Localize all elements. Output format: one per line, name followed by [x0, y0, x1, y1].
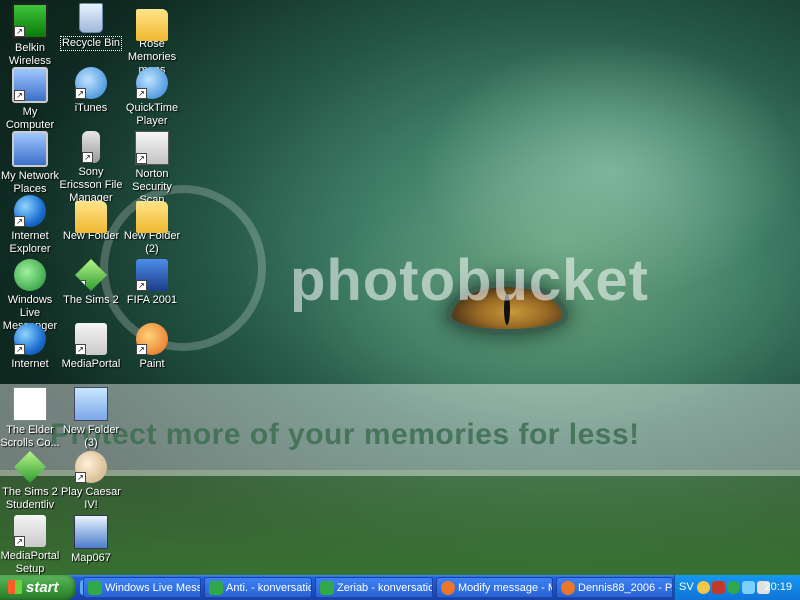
belkin-icon: ↗: [12, 3, 48, 39]
desktop-icon-sims-studentliv[interactable]: The Sims 2 Studentliv: [0, 451, 62, 512]
sims-icon: [14, 451, 46, 483]
shortcut-arrow-icon: ↗: [75, 88, 86, 99]
desktop-icon-new-folder-3[interactable]: New Folder (3): [59, 387, 123, 450]
internet-explorer-icon: ↗: [14, 195, 46, 227]
setup-icon: ↗: [14, 515, 46, 547]
desktop-icon-internet[interactable]: ↗ Internet: [0, 323, 62, 371]
promo-banner-text: Protect more of your memories for less!: [50, 418, 640, 451]
tray-network-icon[interactable]: [742, 581, 755, 594]
shortcut-arrow-icon: ↗: [136, 280, 147, 291]
desktop-icon-map067[interactable]: Map067: [59, 515, 123, 565]
task-button-zeriab[interactable]: Zeriab - konversation: [315, 577, 433, 598]
desktop-icon-mediaportal[interactable]: ↗ MediaPortal: [59, 323, 123, 371]
desktop-icon-new-folder[interactable]: New Folder: [59, 195, 123, 243]
desktop-icon-internet-explorer[interactable]: ↗ Internet Explorer: [0, 195, 62, 256]
recycle-bin-icon: [79, 3, 103, 33]
start-button[interactable]: start: [0, 575, 76, 600]
shortcut-arrow-icon: ↗: [14, 536, 25, 547]
desktop-icon-quicktime[interactable]: ↗ QuickTime Player: [120, 67, 184, 128]
shortcut-arrow-icon: ↗: [75, 280, 86, 291]
map-icon: [74, 515, 108, 549]
windows-logo-icon: [8, 580, 22, 594]
itunes-icon: ↗: [75, 67, 107, 99]
messenger-icon: [14, 259, 46, 291]
shortcut-arrow-icon: ↗: [136, 153, 147, 164]
folder-icon: [136, 201, 168, 233]
shortcut-arrow-icon: ↗: [14, 90, 25, 101]
task-button-dennis[interactable]: Dennis88_2006 - P...: [556, 577, 673, 598]
clock[interactable]: 20:19: [764, 581, 792, 593]
shortcut-arrow-icon: ↗: [14, 216, 25, 227]
desktop-icon-new-folder-2[interactable]: New Folder (2): [120, 195, 184, 256]
desktop-icon-rose-memories[interactable]: Rose Memories maps: [120, 3, 184, 77]
task-button-messenger[interactable]: Windows Live Mess...: [83, 577, 201, 598]
desktop-icon-sims-2[interactable]: ↗ The Sims 2: [59, 259, 123, 307]
desktop-icon-mediaportal-setup[interactable]: ↗ MediaPortal Setup: [0, 515, 62, 575]
document-icon: [13, 387, 47, 421]
quicktime-icon: ↗: [136, 67, 168, 99]
desktop-icon-fifa[interactable]: ↗ FIFA 2001: [120, 259, 184, 307]
shortcut-arrow-icon: ↗: [14, 344, 25, 355]
shortcut-arrow-icon: ↗: [82, 152, 93, 163]
norton-icon: ↗: [135, 131, 169, 165]
messenger-icon: [88, 581, 102, 595]
caesar-icon: ↗: [75, 451, 107, 483]
phone-icon: ↗: [82, 131, 100, 163]
messenger-icon: [209, 581, 223, 595]
desktop: photobucket Protect more of your memorie…: [0, 0, 800, 575]
multi-folder-icon: [74, 387, 108, 421]
firefox-icon: [561, 581, 575, 595]
photobucket-watermark: photobucket: [95, 195, 705, 313]
desktop-icon-itunes[interactable]: ↗ iTunes: [59, 67, 123, 115]
watermark-text: photobucket: [290, 248, 649, 313]
folder-icon: [136, 9, 168, 41]
network-places-icon: [12, 131, 48, 167]
language-indicator[interactable]: SV: [679, 581, 694, 593]
desktop-icon-my-computer[interactable]: ↗ My Computer: [0, 67, 62, 132]
shortcut-arrow-icon: ↗: [75, 344, 86, 355]
messenger-icon: [320, 581, 334, 595]
shortcut-arrow-icon: ↗: [136, 344, 147, 355]
task-button-modify-message[interactable]: Modify message - M...: [436, 577, 553, 598]
paint-icon: ↗: [136, 323, 168, 355]
shortcut-arrow-icon: ↗: [75, 472, 86, 483]
fifa-icon: ↗: [136, 259, 168, 291]
tray-chevron-icon[interactable]: [697, 581, 710, 594]
my-computer-icon: ↗: [12, 67, 48, 103]
desktop-icon-caesar[interactable]: ↗ Play Caesar IV!: [59, 451, 123, 512]
shortcut-arrow-icon: ↗: [136, 88, 147, 99]
desktop-icon-messenger[interactable]: Windows Live Messenger: [0, 259, 62, 333]
internet-icon: ↗: [14, 323, 46, 355]
tray-messenger-icon[interactable]: [727, 581, 740, 594]
sims-icon: ↗: [75, 259, 107, 291]
mediaportal-icon: ↗: [75, 323, 107, 355]
desktop-icon-recycle-bin[interactable]: Recycle Bin: [59, 3, 123, 51]
start-label: start: [26, 579, 59, 596]
folder-icon: [75, 201, 107, 233]
taskbar: start Windows Live Mess... Anti. - konve…: [0, 575, 800, 600]
desktop-icon-elder-scrolls[interactable]: The Elder Scrolls Co...: [0, 387, 62, 450]
system-tray: SV 20:19: [674, 575, 800, 600]
tray-antivirus-icon[interactable]: [712, 581, 725, 594]
desktop-icon-paint[interactable]: ↗ Paint: [120, 323, 184, 371]
task-button-anti[interactable]: Anti. - konversation: [204, 577, 312, 598]
desktop-icon-network-places[interactable]: My Network Places: [0, 131, 62, 196]
shortcut-arrow-icon: ↗: [14, 26, 25, 37]
firefox-icon: [441, 581, 455, 595]
desktop-icon-sony-ericsson[interactable]: ↗ Sony Ericsson File Manager: [59, 131, 123, 205]
